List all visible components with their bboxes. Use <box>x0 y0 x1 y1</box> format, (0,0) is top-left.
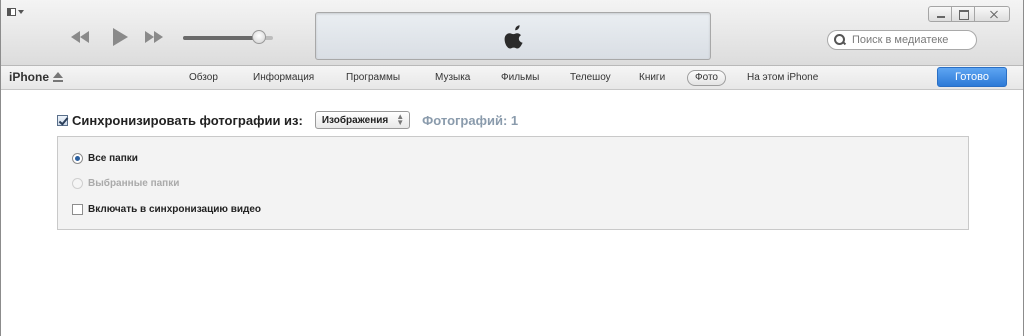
apple-logo-icon <box>504 25 523 49</box>
tab-music[interactable]: Музыка <box>435 70 470 86</box>
close-icon[interactable] <box>974 6 1010 22</box>
library-search <box>827 30 977 50</box>
selected-folders-option: Выбранные папки <box>72 178 179 189</box>
tab-books[interactable]: Книги <box>639 70 665 86</box>
tab-apps[interactable]: Программы <box>346 70 400 86</box>
photo-source-value: Изображения <box>321 114 389 126</box>
playback-controls <box>67 26 171 48</box>
window-controls <box>928 6 1010 22</box>
now-playing-display <box>315 12 711 60</box>
device-name: iPhone <box>9 70 50 84</box>
selected-folders-label: Выбранные папки <box>88 178 180 189</box>
volume-slider[interactable] <box>183 30 273 44</box>
tab-info[interactable]: Информация <box>253 70 314 86</box>
search-icon[interactable] <box>834 34 848 46</box>
sync-photos-label[interactable]: Синхронизировать фотографии из: <box>72 113 303 128</box>
include-video-option[interactable]: Включать в синхронизацию видео <box>72 204 261 215</box>
maximize-icon[interactable] <box>951 6 975 22</box>
sync-options-panel: Все папки Выбранные папки Включать в син… <box>57 136 969 230</box>
minimize-icon[interactable] <box>928 6 952 22</box>
sidebar-menu-icon[interactable] <box>7 6 27 18</box>
tab-tv-shows[interactable]: Телешоу <box>570 70 611 86</box>
search-input[interactable] <box>852 32 972 48</box>
device-selector[interactable]: iPhone <box>9 70 64 84</box>
photo-source-select[interactable]: Изображения ▲ ▼ <box>314 111 411 129</box>
updown-arrows-icon: ▲ ▼ <box>396 112 405 127</box>
tab-photos[interactable]: Фото <box>687 70 726 86</box>
include-video-label: Включать в синхронизацию видео <box>88 204 262 215</box>
all-folders-option[interactable]: Все папки <box>72 153 138 164</box>
include-video-checkbox[interactable] <box>72 204 83 215</box>
sync-photos-row: Синхронизировать фотографии из: Изображе… <box>57 110 518 130</box>
play-icon[interactable] <box>105 26 135 48</box>
sync-photos-checkbox[interactable] <box>57 114 68 126</box>
selected-folders-radio <box>72 178 83 189</box>
eject-icon[interactable] <box>52 71 64 83</box>
rewind-icon[interactable] <box>67 26 97 48</box>
all-folders-label: Все папки <box>88 153 138 164</box>
volume-knob[interactable] <box>251 30 266 44</box>
title-bar <box>1 0 1023 66</box>
tab-overview[interactable]: Обзор <box>189 70 218 86</box>
tab-movies[interactable]: Фильмы <box>501 70 539 86</box>
photo-count: Фотографий: 1 <box>422 112 519 128</box>
itunes-window: iPhone Обзор Информация Программы Музыка… <box>0 0 1024 336</box>
done-button[interactable]: Готово <box>937 67 1007 87</box>
fast-forward-icon[interactable] <box>141 26 171 48</box>
all-folders-radio[interactable] <box>72 153 83 164</box>
device-toolbar: iPhone Обзор Информация Программы Музыка… <box>1 66 1023 90</box>
tab-on-this-iphone[interactable]: На этом iPhone <box>747 70 818 86</box>
